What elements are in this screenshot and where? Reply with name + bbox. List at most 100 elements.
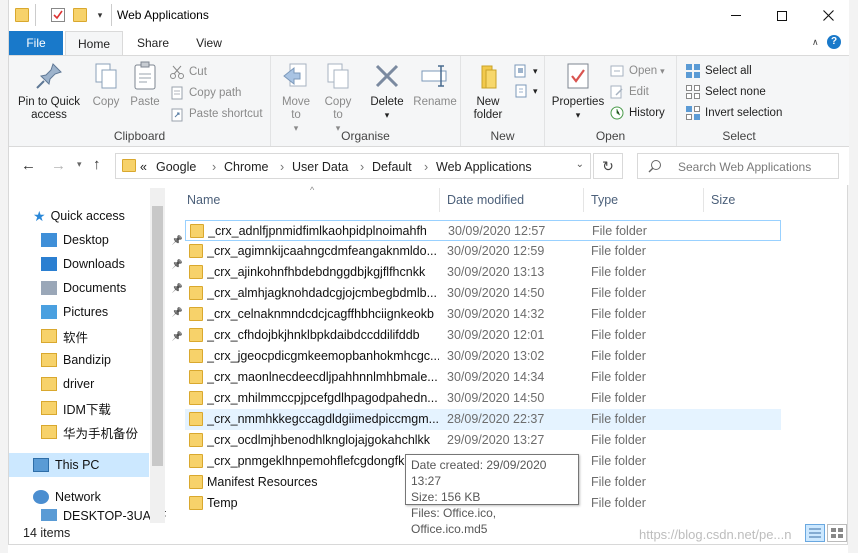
file-row[interactable]: _crx_celnaknmndcdcjcagffhbhciignkeokb 30/… bbox=[185, 304, 781, 325]
large-icons-view-button[interactable] bbox=[827, 524, 847, 542]
select-none-icon bbox=[685, 84, 701, 100]
column-separator[interactable] bbox=[703, 188, 704, 212]
breadcrumb-separator[interactable]: › bbox=[424, 160, 428, 174]
properties-quick-icon[interactable] bbox=[51, 8, 65, 22]
copy-to-button[interactable]: Copy to ▾ bbox=[319, 60, 357, 135]
breadcrumb-item[interactable]: Google bbox=[156, 160, 196, 174]
address-bar[interactable]: « Google › Chrome › User Data › Default › Web Ap… bbox=[115, 153, 591, 179]
file-row[interactable]: _crx_maonlnecdeecdljpahhnnlmhbmale... 30/… bbox=[185, 367, 781, 388]
tab-home[interactable]: Home bbox=[65, 31, 123, 55]
file-date: 30/09/2020 13:13 bbox=[447, 265, 545, 279]
recent-locations-icon[interactable]: ▾ bbox=[77, 159, 82, 170]
file-type: File folder bbox=[591, 349, 646, 363]
help-icon[interactable]: ? bbox=[827, 35, 841, 49]
minimize-button[interactable] bbox=[713, 0, 759, 31]
history-button[interactable]: History bbox=[609, 104, 665, 122]
properties-button[interactable]: Properties ▾ bbox=[549, 60, 607, 122]
computer-icon bbox=[41, 509, 57, 521]
folder-icon bbox=[15, 8, 29, 22]
background-left bbox=[0, 0, 8, 553]
file-row[interactable]: _crx_adnlfjpnmidfimlkaohpidplnoimahfh 30/… bbox=[185, 220, 781, 241]
delete-button[interactable]: Delete ▾ bbox=[367, 60, 407, 122]
column-size[interactable]: Size bbox=[711, 193, 735, 207]
edit-button[interactable]: Edit bbox=[609, 83, 649, 101]
select-all-icon bbox=[685, 63, 701, 79]
window-title: Web Applications bbox=[117, 8, 209, 22]
nav-quick-access-label: Quick access bbox=[50, 209, 125, 223]
breadcrumb-separator[interactable]: › bbox=[212, 160, 216, 174]
computer-icon bbox=[33, 458, 49, 472]
folder-icon bbox=[189, 391, 203, 405]
close-button[interactable] bbox=[805, 0, 851, 31]
new-item-button[interactable]: ▾ bbox=[513, 62, 538, 80]
breadcrumb-separator[interactable]: › bbox=[360, 160, 364, 174]
tab-view[interactable]: View bbox=[181, 31, 237, 55]
select-all-label: Select all bbox=[705, 65, 752, 77]
up-arrow-icon[interactable]: ↑ bbox=[93, 156, 101, 173]
folder-icon bbox=[189, 244, 203, 258]
file-row[interactable]: _crx_ajinkohnfhbdebdnggdbjkgjflfhcnkk 30/… bbox=[185, 262, 781, 283]
collapse-ribbon-icon[interactable]: ∧ bbox=[812, 37, 819, 48]
details-view-button[interactable] bbox=[805, 524, 825, 542]
file-row[interactable]: _crx_cfhdojbkjhnklbpkdaibdccddilifddb 30/… bbox=[185, 325, 781, 346]
customize-quick-access-icon[interactable]: ▾ bbox=[93, 8, 107, 22]
file-name: _crx_celnaknmndcdcjcagffhbhciignkeokb bbox=[207, 307, 434, 321]
pin-icon bbox=[33, 60, 65, 92]
nav-scrollbar-thumb[interactable] bbox=[152, 206, 163, 466]
move-to-button[interactable]: Move to ▾ bbox=[277, 60, 315, 135]
column-date-modified[interactable]: Date modified bbox=[447, 193, 524, 207]
file-row[interactable]: _crx_mhilmmccpjpcefgdlhpagodpahedn... 30/… bbox=[185, 388, 781, 409]
easy-access-button[interactable]: ▾ bbox=[513, 82, 538, 100]
open-button[interactable]: Open ▾ bbox=[609, 62, 665, 80]
file-row[interactable]: _crx_almhjagknohdadcgjojcmbegbdmlb... 30/… bbox=[185, 283, 781, 304]
invert-selection-button[interactable]: Invert selection bbox=[685, 104, 782, 122]
forward-arrow-icon[interactable]: → bbox=[51, 157, 66, 174]
search-input[interactable]: Search Web Applications bbox=[678, 160, 811, 174]
tab-file[interactable]: File bbox=[9, 31, 63, 55]
tab-share[interactable]: Share bbox=[125, 31, 181, 55]
column-separator[interactable] bbox=[439, 188, 440, 212]
nav-item-label: IDM下载 bbox=[63, 402, 111, 417]
breadcrumb-separator[interactable]: › bbox=[280, 160, 284, 174]
file-row[interactable]: _crx_nmmhkkegccagdldgiimedpiccmgm... 28/0… bbox=[185, 409, 781, 430]
file-row[interactable]: _crx_agimnkijcaahngcdmfeangaknmldo... 30/… bbox=[185, 241, 781, 262]
breadcrumb-item[interactable]: Web Applications bbox=[436, 160, 532, 174]
back-arrow-icon[interactable]: ← bbox=[21, 157, 36, 174]
cut-button[interactable]: Cut bbox=[169, 63, 207, 81]
folder-icon bbox=[189, 496, 203, 510]
edit-label: Edit bbox=[629, 86, 649, 98]
breadcrumb-overflow[interactable]: « bbox=[140, 160, 147, 174]
new-folder-button[interactable]: New folder bbox=[467, 60, 509, 122]
rename-button[interactable]: Rename bbox=[413, 60, 457, 109]
breadcrumb-item[interactable]: User Data bbox=[292, 160, 348, 174]
history-icon bbox=[609, 105, 625, 121]
select-none-button[interactable]: Select none bbox=[685, 83, 766, 101]
paste-icon bbox=[129, 60, 161, 92]
new-folder-quick-icon[interactable] bbox=[73, 8, 87, 22]
file-row[interactable]: _crx_jgeocpdicgmkeemopbanhokmhcgc... 30/0… bbox=[185, 346, 781, 367]
copy-path-button[interactable]: Copy path bbox=[169, 84, 241, 102]
copy-icon bbox=[90, 60, 122, 92]
open-group: Properties ▾ Open ▾ Edit History Open bbox=[545, 56, 677, 146]
breadcrumb-item[interactable]: Chrome bbox=[224, 160, 268, 174]
nav-this-pc[interactable]: This PC bbox=[9, 453, 149, 477]
column-type[interactable]: Type bbox=[591, 193, 618, 207]
copy-button[interactable]: Copy bbox=[89, 60, 123, 109]
pictures-icon bbox=[41, 305, 57, 319]
paste-shortcut-button[interactable]: Paste shortcut bbox=[169, 105, 263, 123]
chevron-down-icon[interactable]: ⌄ bbox=[576, 159, 584, 170]
search-box[interactable]: Search Web Applications bbox=[637, 153, 839, 179]
delete-label: Delete bbox=[370, 96, 404, 108]
refresh-button[interactable]: ↻ bbox=[593, 153, 623, 179]
maximize-button[interactable] bbox=[759, 0, 805, 31]
breadcrumb-item[interactable]: Default bbox=[372, 160, 412, 174]
column-name[interactable]: Name bbox=[187, 193, 220, 207]
invert-selection-label: Invert selection bbox=[705, 107, 783, 119]
paste-button[interactable]: Paste bbox=[127, 60, 163, 109]
folder-icon bbox=[189, 265, 203, 279]
file-row[interactable]: _crx_ocdlmjhbenodhlknglojajgokahchlkk 29/… bbox=[185, 430, 781, 451]
pin-to-quick-access-button[interactable]: Pin to Quick access bbox=[13, 60, 85, 122]
history-label: History bbox=[629, 107, 665, 119]
column-separator[interactable] bbox=[583, 188, 584, 212]
select-all-button[interactable]: Select all bbox=[685, 62, 752, 80]
